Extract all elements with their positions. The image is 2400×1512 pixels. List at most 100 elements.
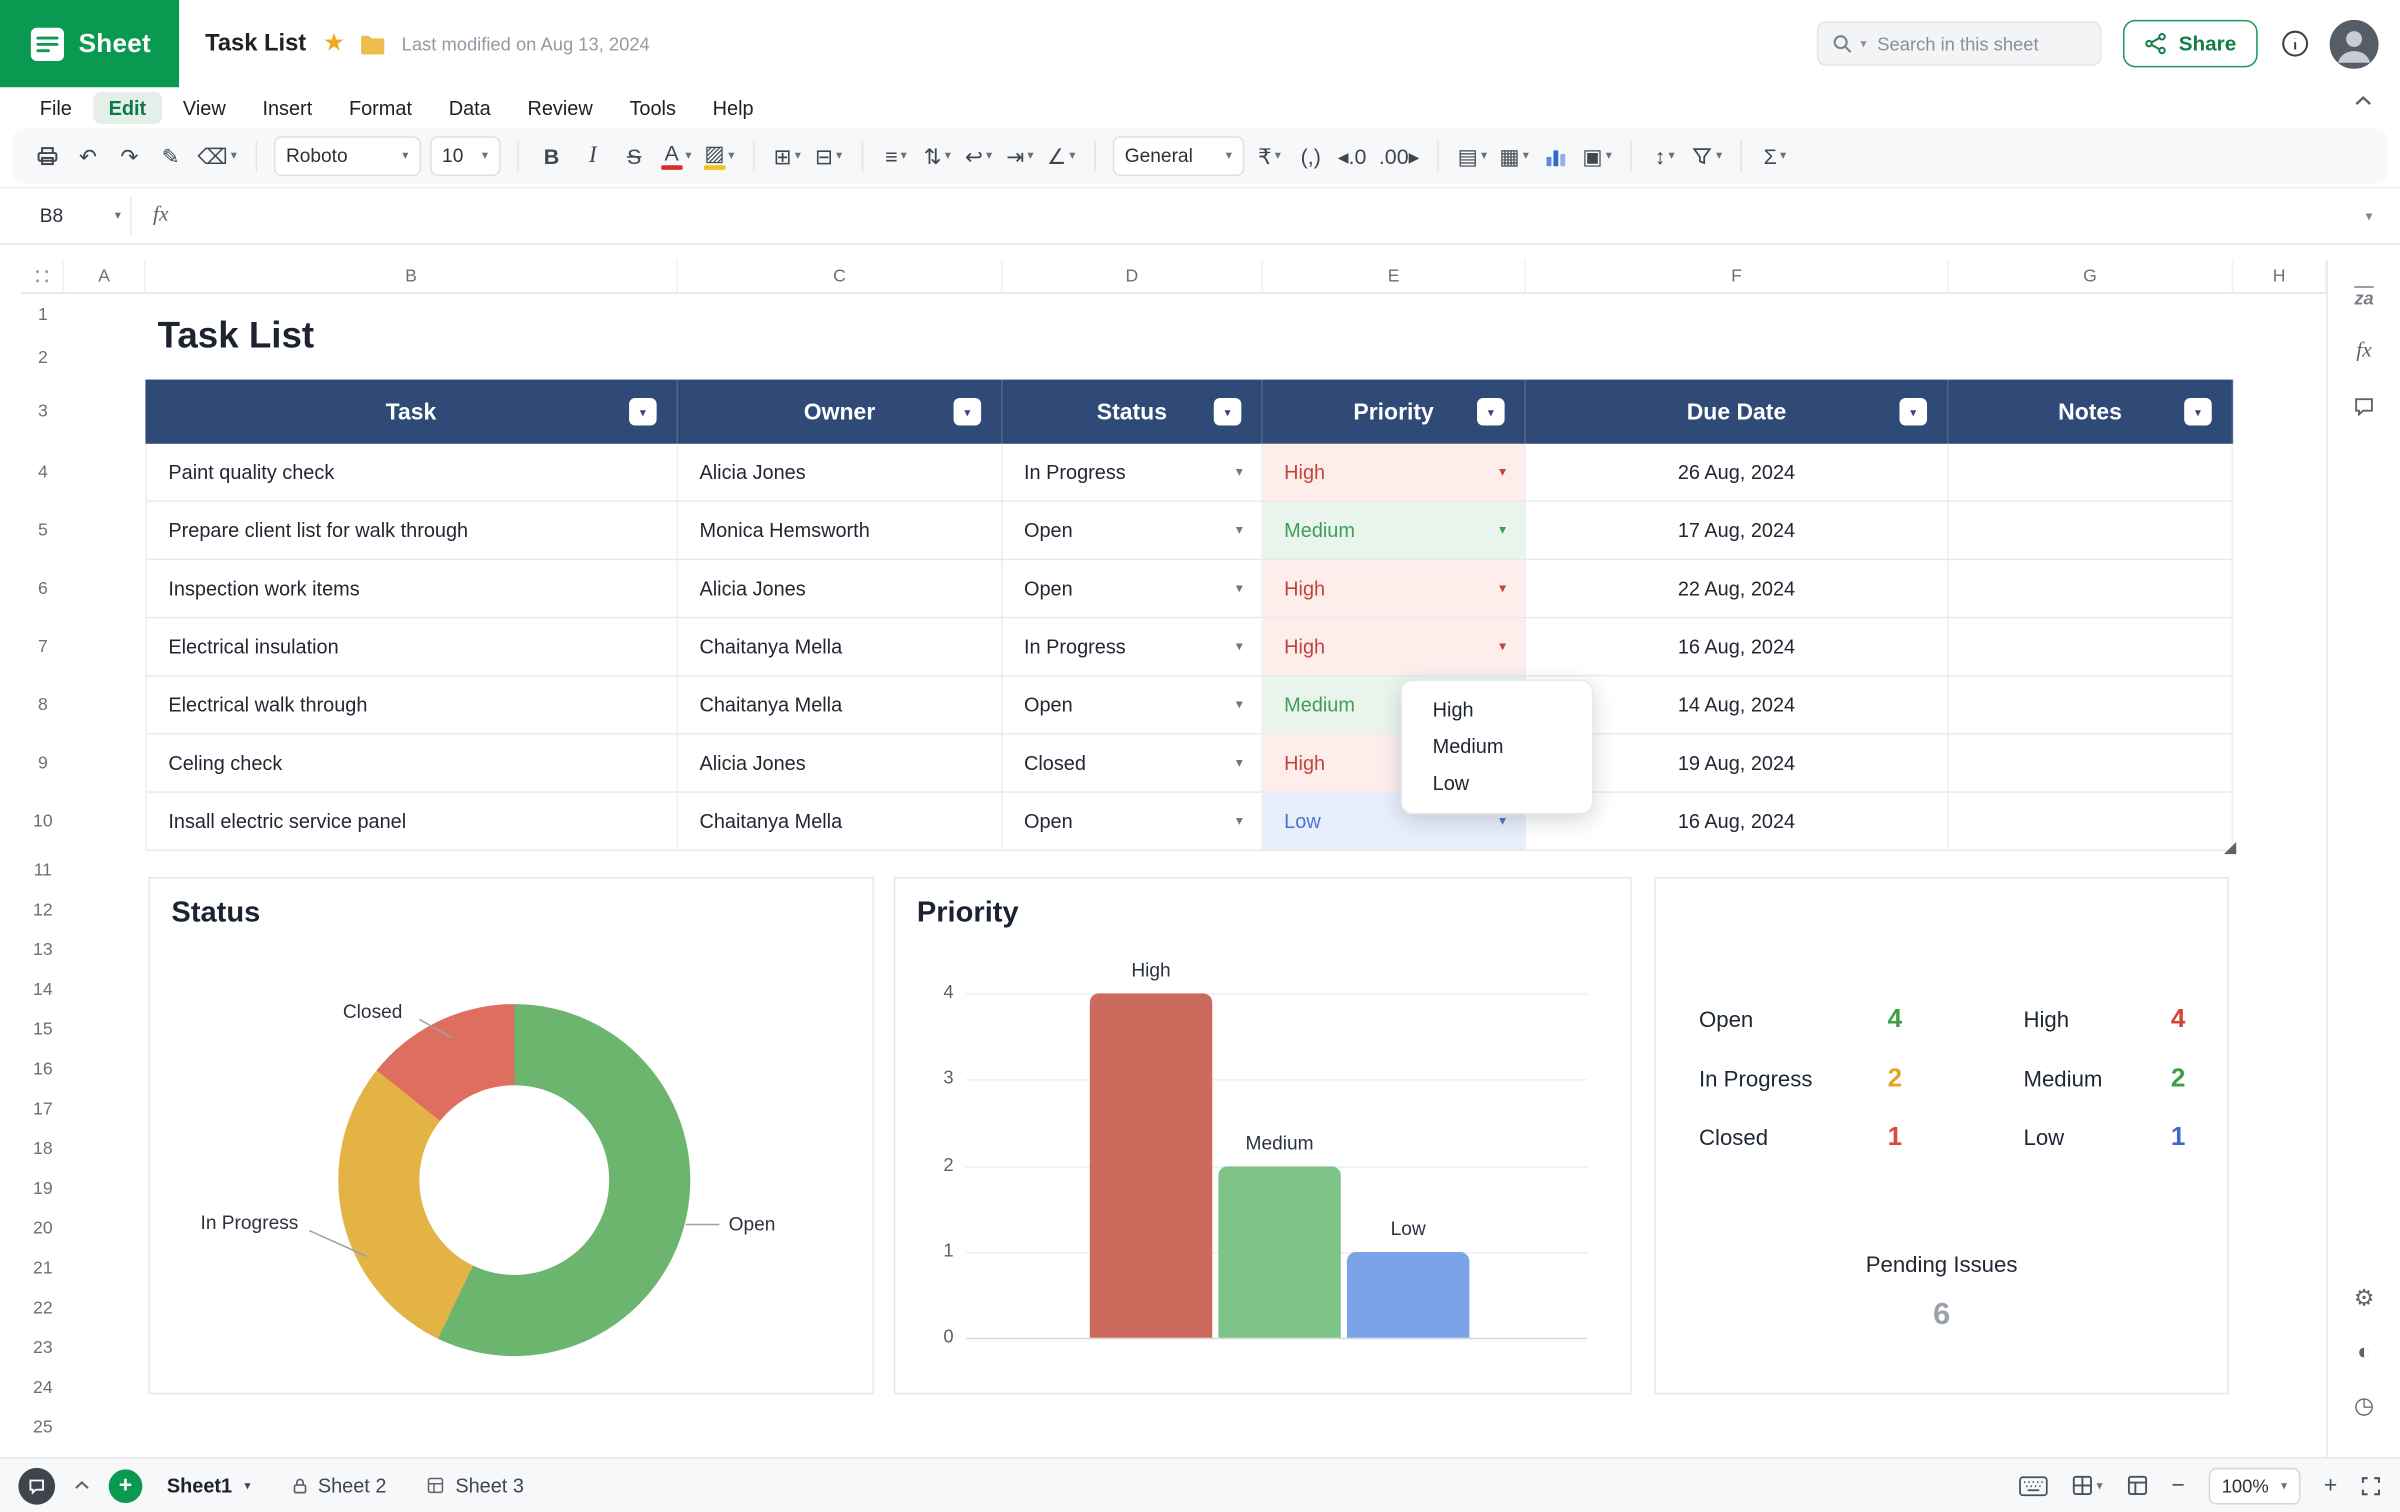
increase-decimal-button[interactable]: .00▸ xyxy=(1374,135,1424,176)
sheet-tab-sheet1[interactable]: Sheet1▾ xyxy=(167,1474,251,1497)
cell-status[interactable]: In Progress▾ xyxy=(1003,618,1263,675)
fullscreen-button[interactable] xyxy=(2360,1475,2381,1496)
filter-icon[interactable]: ▾ xyxy=(629,398,657,426)
search-scope-caret-icon[interactable]: ▾ xyxy=(1860,37,1866,51)
menu-item-data[interactable]: Data xyxy=(433,91,506,123)
add-sheet-button[interactable]: + xyxy=(109,1469,143,1503)
cell-task[interactable]: Prepare client list for walk through xyxy=(145,502,678,559)
image-button[interactable]: ▣▾ xyxy=(1578,135,1617,176)
row-header-15[interactable]: 15 xyxy=(21,1010,64,1050)
row-header-20[interactable]: 20 xyxy=(21,1209,64,1249)
cell-task[interactable]: Insall electric service panel xyxy=(145,793,678,850)
row-header-5[interactable]: 5 xyxy=(21,502,64,560)
comma-format-button[interactable]: (,) xyxy=(1292,135,1330,176)
filter-icon[interactable]: ▾ xyxy=(1899,398,1927,426)
print-button[interactable] xyxy=(28,135,66,176)
cell-owner[interactable]: Alicia Jones xyxy=(678,444,1002,501)
cell-priority[interactable]: High▾ xyxy=(1263,560,1526,617)
cell-status[interactable]: Open▾ xyxy=(1003,793,1263,850)
filter-icon[interactable]: ▾ xyxy=(954,398,982,426)
zia-assistant-icon[interactable]: za xyxy=(2344,279,2384,319)
cell-owner[interactable]: Chaitanya Mella xyxy=(678,677,1002,734)
row-header-22[interactable]: 22 xyxy=(21,1289,64,1329)
column-header-F[interactable]: F xyxy=(1526,260,1948,294)
user-avatar[interactable] xyxy=(2330,19,2379,68)
menu-item-view[interactable]: View xyxy=(168,91,241,123)
filter-icon[interactable]: ▾ xyxy=(1214,398,1242,426)
cell-reference-box[interactable]: B8 ▾ xyxy=(24,197,131,234)
filter-icon[interactable]: ▾ xyxy=(1477,398,1505,426)
row-header-11[interactable]: 11 xyxy=(21,851,64,891)
row-header-6[interactable]: 6 xyxy=(21,560,64,618)
share-button[interactable]: Share xyxy=(2124,20,2258,67)
comments-panel-icon[interactable] xyxy=(2344,386,2384,426)
redo-button[interactable]: ↷ xyxy=(110,135,148,176)
text-color-button[interactable]: A▾ xyxy=(656,135,696,176)
cell-priority[interactable]: Medium▾ xyxy=(1263,502,1526,559)
cell-owner[interactable]: Alicia Jones xyxy=(678,735,1002,792)
row-header-13[interactable]: 13 xyxy=(21,931,64,971)
cell-status[interactable]: Open▾ xyxy=(1003,677,1263,734)
row-header-7[interactable]: 7 xyxy=(21,618,64,676)
cell-notes[interactable] xyxy=(1948,502,2233,559)
filter-icon[interactable]: ▾ xyxy=(2184,398,2212,426)
cell-task[interactable]: Inspection work items xyxy=(145,560,678,617)
keyboard-shortcuts-icon[interactable] xyxy=(2018,1475,2047,1496)
table-resize-handle[interactable] xyxy=(2224,842,2236,854)
cell-due-date[interactable]: 26 Aug, 2024 xyxy=(1526,444,1948,501)
strikethrough-button[interactable]: S xyxy=(615,135,653,176)
cell-status[interactable]: Closed▾ xyxy=(1003,735,1263,792)
zoom-out-button[interactable]: − xyxy=(2172,1472,2185,1498)
cell-task[interactable]: Celing check xyxy=(145,735,678,792)
decrease-decimal-button[interactable]: ◂.0 xyxy=(1333,135,1371,176)
cell-due-date[interactable]: 22 Aug, 2024 xyxy=(1526,560,1948,617)
dropdown-option-medium[interactable]: Medium xyxy=(1402,729,1592,766)
row-header-10[interactable]: 10 xyxy=(21,793,64,851)
sheet-view-button[interactable] xyxy=(2126,1474,2149,1497)
menu-item-tools[interactable]: Tools xyxy=(614,91,691,123)
zoom-in-button[interactable]: + xyxy=(2324,1472,2337,1498)
row-header-12[interactable]: 12 xyxy=(21,891,64,931)
cell-due-date[interactable]: 16 Aug, 2024 xyxy=(1526,618,1948,675)
borders-button[interactable]: ⊞▾ xyxy=(768,135,806,176)
row-header-19[interactable]: 19 xyxy=(21,1169,64,1209)
cell-owner[interactable]: Monica Hemsworth xyxy=(678,502,1002,559)
zoom-select[interactable]: 100% ▾ xyxy=(2208,1467,2301,1504)
row-header-23[interactable]: 23 xyxy=(21,1329,64,1369)
search-input[interactable] xyxy=(1874,31,2087,55)
search-box[interactable]: ▾ xyxy=(1818,21,2103,65)
info-icon[interactable] xyxy=(2281,29,2310,58)
column-header-D[interactable]: D xyxy=(1003,260,1263,294)
row-header-2[interactable]: 2 xyxy=(21,337,64,380)
column-header-H[interactable]: H xyxy=(2233,260,2326,294)
cell-owner[interactable]: Alicia Jones xyxy=(678,560,1002,617)
row-header-4[interactable]: 4 xyxy=(21,444,64,502)
table-button[interactable]: ▦▾ xyxy=(1495,135,1534,176)
align-vertical-button[interactable]: ⇅▾ xyxy=(918,135,956,176)
fill-color-button[interactable]: ▨▾ xyxy=(699,135,739,176)
align-horizontal-button[interactable]: ≡▾ xyxy=(877,135,915,176)
dropdown-option-low[interactable]: Low xyxy=(1402,765,1592,802)
dropdown-option-high[interactable]: High xyxy=(1402,692,1592,729)
insert-function-icon[interactable]: fx xyxy=(2344,332,2384,372)
cell-owner[interactable]: Chaitanya Mella xyxy=(678,618,1002,675)
indent-button[interactable]: ⇥▾ xyxy=(1001,135,1039,176)
format-painter-button[interactable]: ✎ xyxy=(152,135,190,176)
folder-icon[interactable] xyxy=(360,33,386,54)
row-header-9[interactable]: 9 xyxy=(21,735,64,793)
menu-item-format[interactable]: Format xyxy=(334,91,428,123)
row-header-24[interactable]: 24 xyxy=(21,1368,64,1408)
functions-button[interactable]: Σ▾ xyxy=(1756,135,1794,176)
cell-status[interactable]: Open▾ xyxy=(1003,560,1263,617)
sheet-list-collapse-icon[interactable] xyxy=(73,1480,90,1491)
cell-owner[interactable]: Chaitanya Mella xyxy=(678,793,1002,850)
row-header-21[interactable]: 21 xyxy=(21,1249,64,1289)
menu-item-review[interactable]: Review xyxy=(512,91,608,123)
cell-task[interactable]: Electrical insulation xyxy=(145,618,678,675)
clear-format-button[interactable]: ⌫▾ xyxy=(193,135,242,176)
row-header-18[interactable]: 18 xyxy=(21,1130,64,1170)
font-size-select[interactable]: 10▾ xyxy=(430,136,500,176)
collapse-toolbar-icon[interactable] xyxy=(2354,95,2372,107)
comments-button[interactable] xyxy=(18,1467,55,1504)
cell-priority[interactable]: High▾ xyxy=(1263,444,1526,501)
